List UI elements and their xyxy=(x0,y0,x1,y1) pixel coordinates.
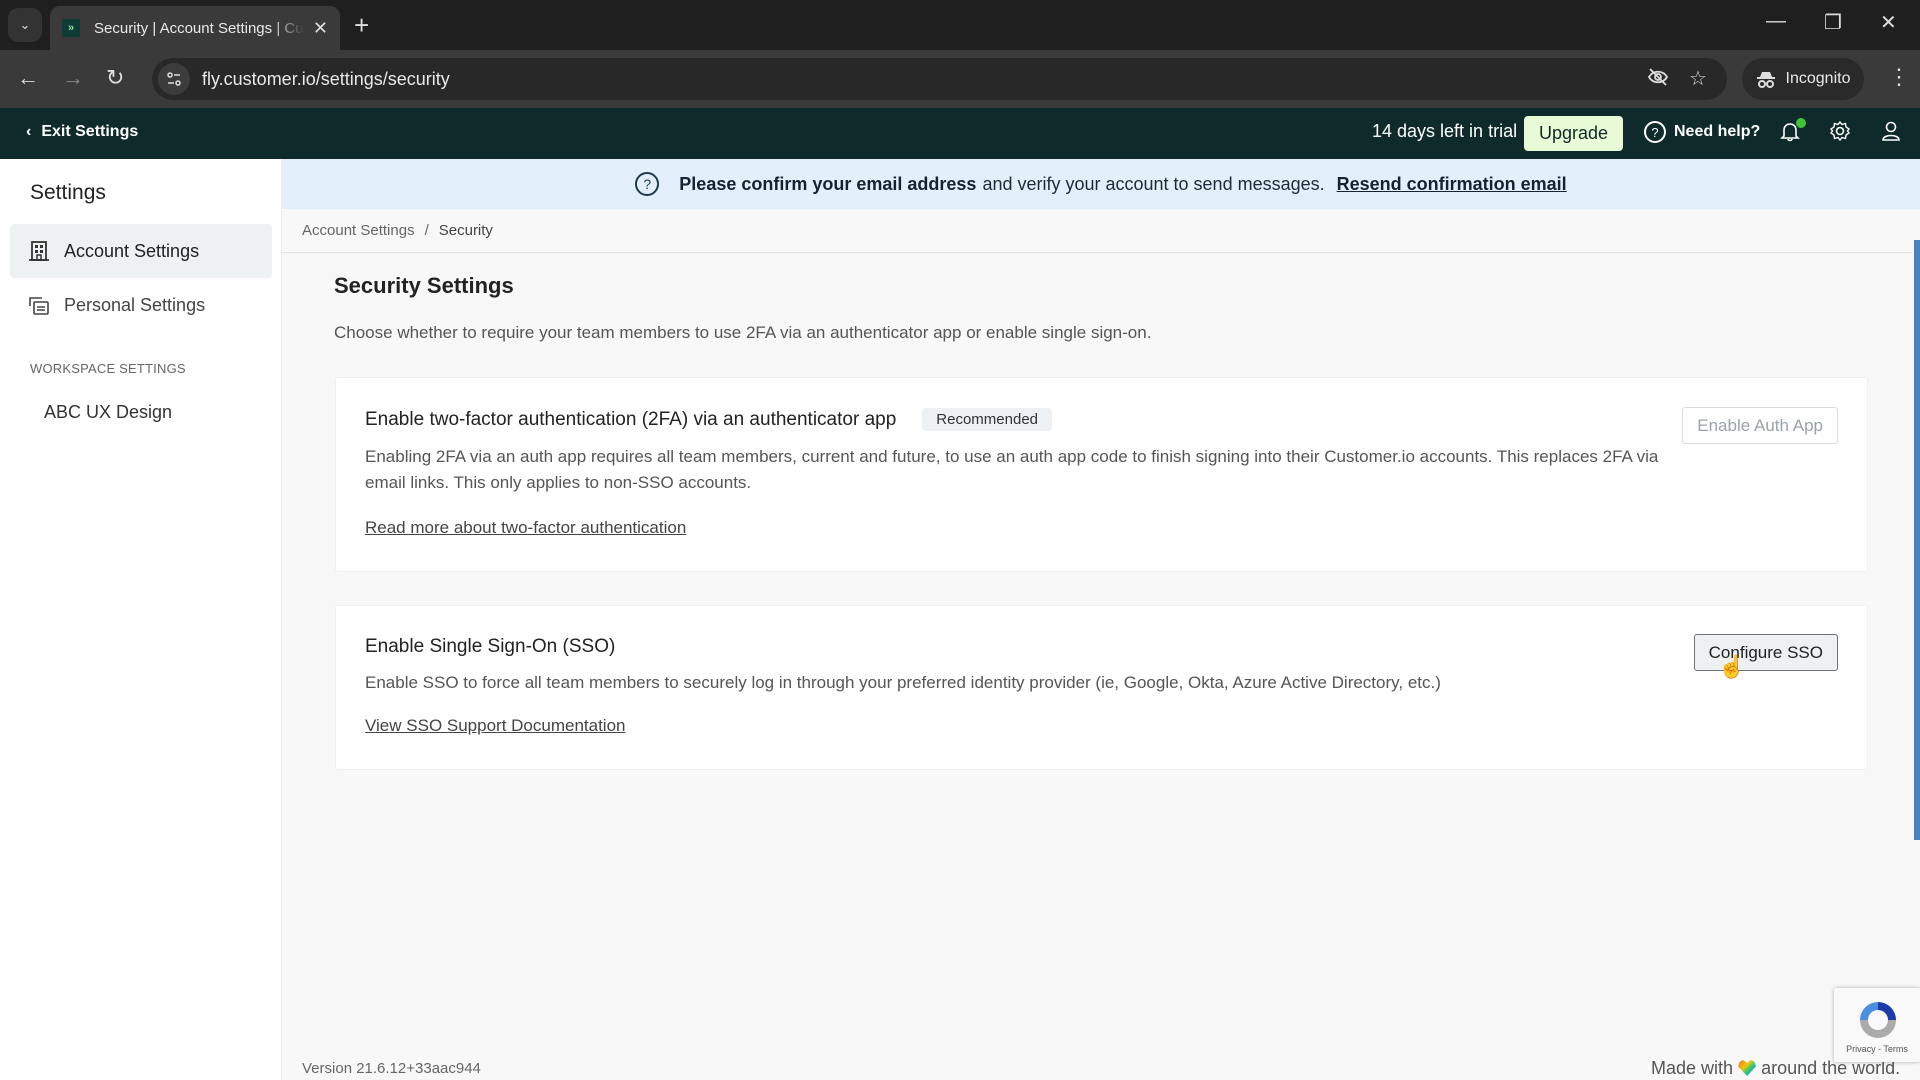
breadcrumb-separator: / xyxy=(424,222,429,239)
app-header: ‹ Exit Settings 14 days left in trial Up… xyxy=(0,108,1920,159)
close-tab-icon[interactable]: ✕ xyxy=(313,18,328,39)
chevron-down-icon: ⌄ xyxy=(19,17,31,32)
configure-sso-button[interactable]: Configure SSO xyxy=(1693,634,1838,671)
sidebar-item-label: Account Settings xyxy=(64,240,200,261)
twofa-card-title: Enable two-factor authentication (2FA) v… xyxy=(365,408,897,430)
sso-card-description: Enable SSO to force all team members to … xyxy=(365,673,1441,692)
gear-icon[interactable] xyxy=(1829,120,1851,148)
sidebar-item-account-settings[interactable]: Account Settings xyxy=(10,224,272,278)
twofa-card-title-row: Enable two-factor authentication (2FA) v… xyxy=(365,408,1052,431)
sso-card-title: Enable Single Sign-On (SSO) xyxy=(365,636,616,657)
exit-settings-label: Exit Settings xyxy=(41,123,139,140)
address-bar[interactable]: fly.customer.io/settings/security ☆ xyxy=(152,58,1727,100)
sso-card-title-row: Enable Single Sign-On (SSO) xyxy=(365,636,615,658)
recaptcha-links[interactable]: Privacy - Terms xyxy=(1834,1044,1920,1054)
personal-card-icon xyxy=(29,297,49,315)
maximize-icon[interactable]: ❐ xyxy=(1824,10,1842,35)
browser-tab-active[interactable]: » Security | Account Settings | Customer… xyxy=(50,6,340,50)
user-profile-icon[interactable] xyxy=(1880,120,1902,148)
incognito-label: Incognito xyxy=(1785,70,1851,87)
made-with-before: Made with xyxy=(1651,1058,1734,1078)
workspace-settings-heading: WORKSPACE SETTINGS xyxy=(30,361,186,376)
settings-sidebar: Settings Account Settings Personal Setti… xyxy=(0,159,282,1080)
version-text: Version 21.6.12+33aac944 xyxy=(302,1060,481,1077)
hand-pointer-cursor: ☝ xyxy=(1718,654,1746,679)
incognito-badge[interactable]: Incognito xyxy=(1742,58,1864,100)
sidebar-item-personal-settings[interactable]: Personal Settings xyxy=(10,278,272,332)
banner-text: and verify your account to send messages… xyxy=(982,173,1325,194)
browser-menu-icon[interactable]: ⋮ xyxy=(1888,64,1910,90)
banner-bold-text: Please confirm your email address xyxy=(679,173,977,194)
reload-icon[interactable]: ↻ xyxy=(106,65,124,91)
minimize-icon[interactable]: — xyxy=(1766,10,1786,33)
enable-auth-app-button[interactable]: Enable Auth App xyxy=(1682,407,1838,444)
tab-list-button[interactable]: ⌄ xyxy=(8,8,42,42)
need-help-label: Need help? xyxy=(1674,123,1761,140)
incognito-icon xyxy=(1756,72,1775,88)
forward-icon[interactable]: → xyxy=(62,65,84,91)
tab-title: Security | Account Settings | Customer.i… xyxy=(94,19,304,37)
twofa-card: Enable two-factor authentication (2FA) v… xyxy=(335,377,1868,572)
eye-off-icon[interactable] xyxy=(1647,66,1669,94)
page-description: Choose whether to require your team memb… xyxy=(334,323,1152,342)
read-more-2fa-link[interactable]: Read more about two-factor authenticatio… xyxy=(365,518,686,538)
new-tab-button[interactable]: + xyxy=(354,10,369,41)
main-scrollbar[interactable] xyxy=(1914,240,1920,840)
upgrade-button[interactable]: Upgrade xyxy=(1524,116,1623,151)
back-icon[interactable]: ← xyxy=(17,65,39,91)
question-circle-icon: ? xyxy=(635,172,660,196)
breadcrumb-account-settings[interactable]: Account Settings xyxy=(302,222,415,239)
trial-status: 14 days left in trial xyxy=(1372,121,1518,141)
building-icon xyxy=(29,241,49,261)
breadcrumb: Account Settings / Security xyxy=(282,209,1912,253)
browser-tab-bar: ⌄ » Security | Account Settings | Custom… xyxy=(0,0,1920,50)
customerio-favicon-icon: » xyxy=(62,19,80,37)
site-info-icon[interactable] xyxy=(158,63,190,95)
sidebar-item-label: Personal Settings xyxy=(64,294,206,315)
bookmark-star-icon[interactable]: ☆ xyxy=(1689,66,1707,91)
recaptcha-badge[interactable]: Privacy - Terms xyxy=(1834,988,1920,1062)
sidebar-title: Settings xyxy=(30,181,106,204)
sidebar-item-workspace[interactable]: ABC UX Design xyxy=(44,402,172,423)
url-text: fly.customer.io/settings/security xyxy=(202,68,450,89)
need-help-button[interactable]: ? Need help? xyxy=(1644,121,1760,143)
browser-toolbar: ← → ↻ fly.customer.io/settings/security … xyxy=(0,50,1920,108)
page-title: Security Settings xyxy=(334,273,514,298)
chevron-left-icon: ‹ xyxy=(26,123,32,140)
recaptcha-logo-icon xyxy=(1860,1002,1896,1038)
exit-settings-link[interactable]: ‹ Exit Settings xyxy=(26,123,138,141)
sso-card: Enable Single Sign-On (SSO) Enable SSO t… xyxy=(335,605,1868,770)
notification-dot xyxy=(1796,118,1806,128)
breadcrumb-security: Security xyxy=(438,222,493,239)
close-window-icon[interactable]: ✕ xyxy=(1880,10,1897,35)
recommended-badge: Recommended xyxy=(922,408,1052,431)
rainbow-heart-icon xyxy=(1738,1060,1757,1076)
help-icon: ? xyxy=(1644,121,1666,143)
email-confirmation-banner: ? Please confirm your email address and … xyxy=(282,159,1920,209)
sso-docs-link[interactable]: View SSO Support Documentation xyxy=(365,716,626,736)
resend-confirmation-link[interactable]: Resend confirmation email xyxy=(1337,174,1567,195)
twofa-card-description: Enabling 2FA via an auth app requires al… xyxy=(365,447,1659,492)
